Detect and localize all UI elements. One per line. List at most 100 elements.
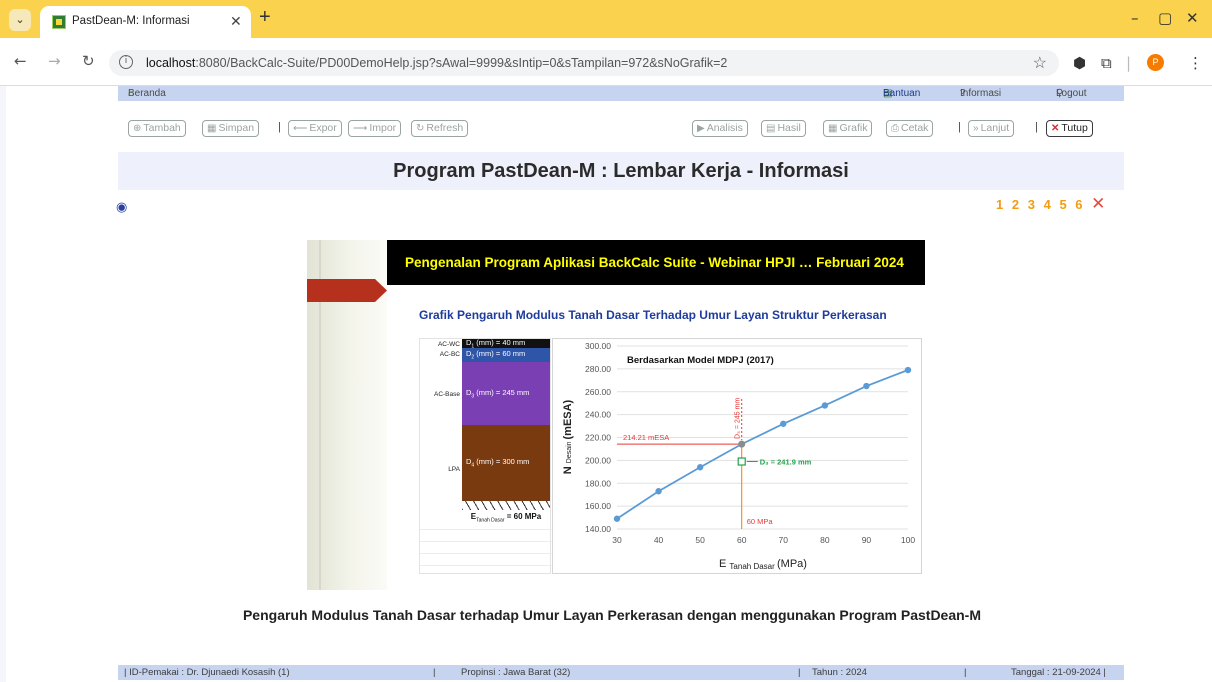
layer-name: AC-BC	[439, 351, 460, 358]
data-point	[613, 515, 621, 522]
extensions-puzzle-icon[interactable]: ⧉	[1101, 54, 1112, 72]
window-close-icon[interactable]: ✕	[1186, 9, 1199, 27]
expor-button[interactable]: ⟵ Expor	[288, 120, 342, 137]
data-point	[655, 488, 662, 495]
y-tick-label: 180.00	[585, 478, 611, 488]
menu-kebab-icon[interactable]: ⋮	[1188, 54, 1203, 72]
arrow-left-icon: ⟵	[293, 123, 308, 134]
page-link[interactable]: 2	[1012, 197, 1019, 212]
y-axis-label: N Desain (mESA)	[562, 399, 574, 474]
address-bar: ← → ↻ i localhost:8080/BackCalc-Suite/PD…	[0, 38, 1212, 86]
data-point	[821, 402, 829, 409]
esa-annotation: 214.21 mESA	[623, 433, 669, 442]
layer-name: LPA	[448, 466, 460, 473]
toolbar-separator: |	[278, 121, 281, 133]
slide-banner: Pengenalan Program Aplikasi BackCalc Sui…	[387, 240, 925, 285]
eye-icon[interactable]: ◉	[116, 199, 127, 215]
table-gridline	[420, 541, 552, 542]
tab-search-button[interactable]: ⌄	[9, 9, 31, 31]
layer-thickness: D4 (mm) = 300 mm	[466, 457, 530, 469]
impor-button[interactable]: ⟶ Impor	[348, 120, 402, 137]
tab-title: PastDean-M: Informasi	[72, 15, 190, 27]
close-x-icon[interactable]: ✕	[1091, 194, 1105, 213]
page-link[interactable]: 4	[1044, 197, 1051, 212]
chart-svg: 140.00 160.00 180.00 200.00 220.00 240.00 260.…	[562, 341, 915, 571]
close-tab-icon[interactable]: ✕	[230, 13, 242, 30]
restore-icon[interactable]: ▢	[1158, 9, 1172, 27]
lanjut-button[interactable]: » Lanjut	[968, 120, 1015, 137]
url-text: localhost:8080/BackCalc-Suite/PD00DemoHe…	[146, 56, 728, 70]
y-tick-label: 260.00	[585, 387, 611, 397]
back-icon[interactable]: ←	[14, 52, 27, 70]
new-tab-button[interactable]: +	[259, 6, 271, 29]
subgrade-modulus-label: ETanah Dasar = 60 MPa	[470, 512, 542, 524]
chart-icon: ▦	[828, 123, 838, 134]
top-navigation: ⌂ Beranda ▤ Bantuan ? Informasi ⚲ Logout	[118, 86, 1124, 101]
footer-province: Propinsi : Jawa Barat (32)	[461, 667, 571, 678]
web-page: ⌂ Beranda ▤ Bantuan ? Informasi ⚲ Logout…	[0, 86, 1212, 682]
page-link[interactable]: 3	[1028, 197, 1035, 212]
data-point	[904, 366, 912, 374]
toolbar-divider: |	[1126, 54, 1132, 72]
save-icon: ▦	[207, 123, 217, 134]
page-link[interactable]: 6	[1075, 197, 1082, 212]
forward-icon: »	[973, 123, 979, 134]
layer-ac-base: D3 (mm) = 245 mm	[462, 362, 550, 425]
y-tick-label: 240.00	[585, 410, 611, 420]
y-tick-label: 200.00	[585, 455, 611, 465]
footer-separator: |	[798, 667, 801, 678]
analisis-button[interactable]: ▶ Analisis	[692, 120, 748, 137]
cetak-button[interactable]: ⎙ Cetak	[886, 120, 934, 137]
site-info-icon[interactable]: i	[119, 55, 133, 69]
table-gridline	[420, 529, 552, 530]
toolbar-separator: |	[1035, 121, 1038, 133]
x-tick-label: 100	[901, 535, 915, 545]
status-footer: | ID-Pemakai : Dr. Djunaedi Kosasih (1) …	[118, 665, 1124, 680]
hasil-button[interactable]: ▤ Hasil	[761, 120, 806, 137]
url-input[interactable]: i localhost:8080/BackCalc-Suite/PD00Demo…	[109, 50, 1059, 76]
tutup-button[interactable]: ✕ Tutup	[1046, 120, 1093, 137]
browser-tab[interactable]: PastDean-M: Informasi ✕	[40, 6, 251, 38]
d3-annotation: D₃ = 245 mm	[735, 398, 742, 439]
favicon-icon	[52, 15, 66, 29]
tambah-button[interactable]: ⊕ Tambah	[128, 120, 186, 137]
table-gridline	[420, 565, 552, 566]
profile-avatar[interactable]: P	[1147, 54, 1164, 71]
info-slide: Pengenalan Program Aplikasi BackCalc Sui…	[307, 240, 925, 590]
x-tick-label: 30	[612, 535, 622, 545]
layer-thickness: D2 (mm) = 60 mm	[466, 349, 526, 361]
modulus-chart: 140.00 160.00 180.00 200.00 220.00 240.00 260.…	[552, 338, 922, 574]
table-gridline	[420, 553, 552, 554]
d3b-marker	[737, 457, 746, 466]
print-icon: ⎙	[891, 123, 899, 134]
page-link[interactable]: 1	[996, 197, 1003, 212]
layer-lpa: D4 (mm) = 300 mm	[462, 425, 550, 501]
simpan-button[interactable]: ▦ Simpan	[202, 120, 260, 137]
chart-title: Berdasarkan Model MDPJ (2017)	[627, 355, 774, 366]
y-tick-label: 300.00	[585, 341, 611, 351]
page-selector: 1 2 3 4 5 6 ✕	[996, 194, 1110, 214]
bookmark-star-icon[interactable]: ☆	[1033, 53, 1047, 73]
refresh-button[interactable]: ↻ Refresh	[411, 120, 469, 137]
reload-icon[interactable]: ↻	[82, 52, 95, 70]
minimize-icon[interactable]: –	[1131, 9, 1139, 27]
layer-ac-wc: D1 (mm) = 40 mm	[462, 338, 550, 349]
grafik-button[interactable]: ▦ Grafik	[823, 120, 873, 137]
slide-arrow-shape	[307, 279, 387, 302]
footer-user: | ID-Pemakai : Dr. Djunaedi Kosasih (1)	[124, 667, 290, 678]
document-icon: ▤	[766, 123, 776, 134]
browser-tab-strip: ⌄ PastDean-M: Informasi ✕ + – ▢ ✕	[0, 0, 1212, 38]
x-axis-label: E Tanah Dasar (MPa)	[719, 558, 807, 571]
y-tick-label: 280.00	[585, 364, 611, 374]
intersection-marker	[738, 440, 746, 448]
slide-banner-text: Pengenalan Program Aplikasi BackCalc Sui…	[405, 255, 904, 270]
pavement-layer-diagram: AC-WC AC-BC AC-Base LPA D1 (mm) = 40 mm …	[419, 338, 552, 574]
arrow-right-icon: ⟶	[353, 123, 368, 134]
page-link[interactable]: 5	[1059, 197, 1066, 212]
extension-shield-icon[interactable]: ⬢	[1073, 54, 1086, 72]
footer-separator: |	[964, 667, 967, 678]
footer-date: Tanggal : 21-09-2024 |	[1011, 667, 1106, 678]
page-title: Program PastDean-M : Lembar Kerja - Info…	[393, 160, 849, 182]
forward-icon[interactable]: →	[48, 52, 61, 70]
mpa-annotation: 60 MPa	[747, 517, 774, 526]
